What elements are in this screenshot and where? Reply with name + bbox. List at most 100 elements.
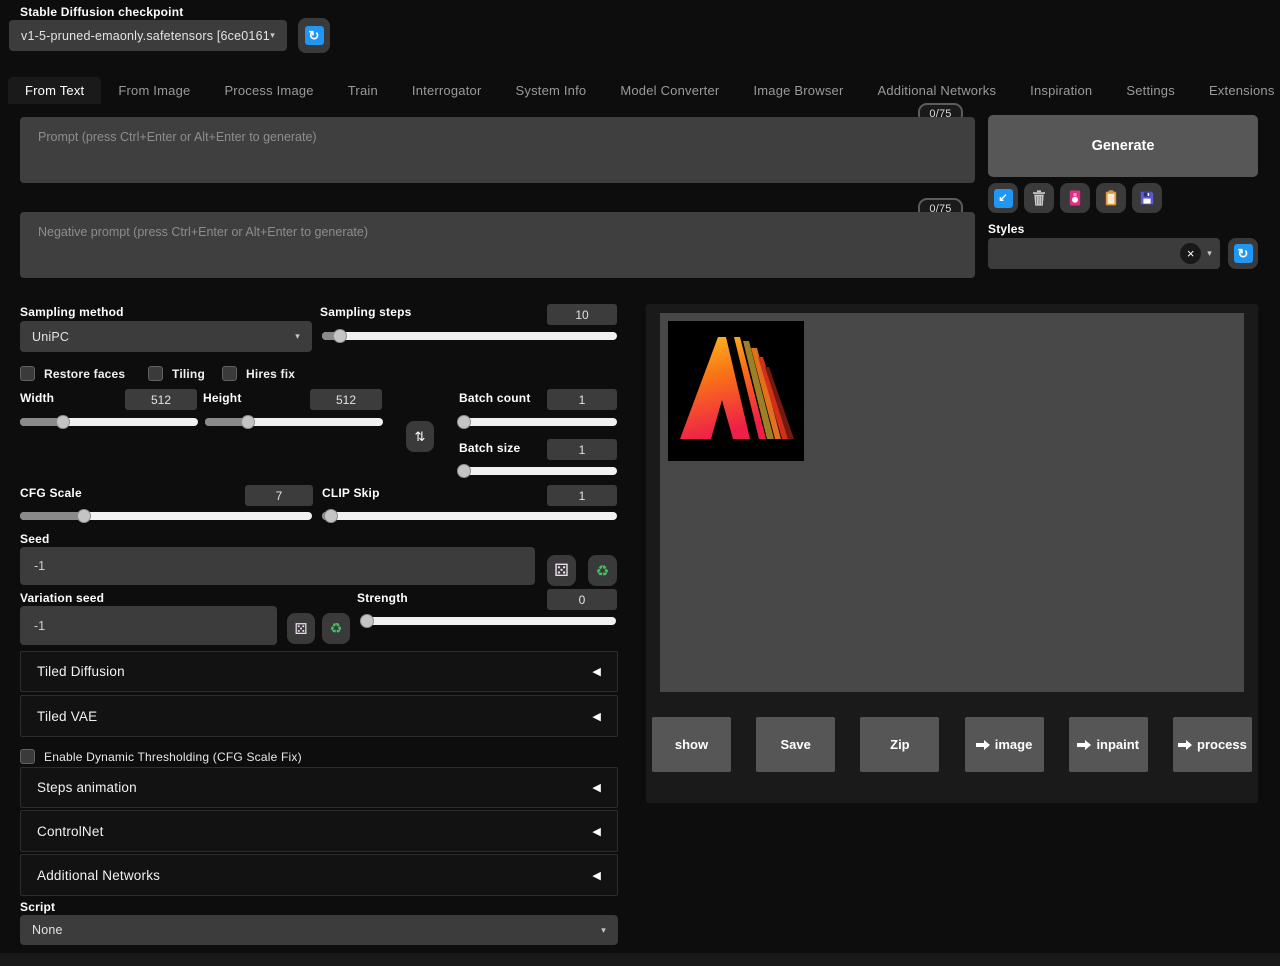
tab-train[interactable]: Train [331, 77, 395, 104]
strength-input[interactable] [547, 589, 617, 610]
collapse-arrow-icon: ◀ [592, 781, 601, 794]
tab-model-converter[interactable]: Model Converter [603, 77, 736, 104]
sampling-steps-input[interactable] [547, 304, 617, 325]
accordion-controlnet[interactable]: ControlNet ◀ [20, 810, 618, 852]
height-slider[interactable] [205, 415, 383, 429]
variation-seed-input[interactable] [20, 606, 277, 645]
accordion-tiled-diffusion[interactable]: Tiled Diffusion ◀ [20, 651, 618, 692]
reuse-variation-seed-button[interactable]: ♻ [322, 613, 350, 644]
tab-inspiration[interactable]: Inspiration [1013, 77, 1109, 104]
refresh-icon: ↻ [1234, 244, 1253, 263]
checkbox-box[interactable] [20, 749, 35, 764]
clip-skip-input[interactable] [547, 485, 617, 506]
trash-icon [1030, 189, 1048, 207]
batch-size-label: Batch size [459, 441, 520, 455]
slider-handle[interactable] [56, 415, 70, 429]
styles-refresh-button[interactable]: ↻ [1228, 238, 1258, 269]
accordion-tiled-vae[interactable]: Tiled VAE ◀ [20, 695, 618, 737]
batch-size-input[interactable] [547, 439, 617, 460]
dice-icon: ⚄ [554, 561, 569, 581]
tiling-checkbox[interactable]: Tiling [148, 366, 205, 381]
cfg-scale-label: CFG Scale [20, 486, 82, 500]
cfg-scale-input[interactable] [245, 485, 313, 506]
collapse-arrow-icon: ◀ [592, 869, 601, 882]
slider-handle[interactable] [457, 415, 471, 429]
clear-prompt-button[interactable] [1024, 183, 1054, 213]
tab-settings[interactable]: Settings [1109, 77, 1192, 104]
slider-handle[interactable] [324, 509, 338, 523]
checkbox-box[interactable] [222, 366, 237, 381]
save-button[interactable]: Save [756, 717, 835, 772]
checkpoint-value: v1-5-pruned-emaonly.safetensors [6ce0161… [21, 29, 270, 43]
send-to-image-button[interactable]: image [965, 717, 1044, 772]
save-style-button[interactable] [1132, 183, 1162, 213]
chevron-down-icon: ▾ [1207, 248, 1212, 259]
zip-button[interactable]: Zip [860, 717, 939, 772]
clip-skip-slider[interactable] [322, 509, 617, 523]
clear-styles-icon[interactable]: × [1180, 243, 1201, 264]
slider-handle[interactable] [333, 329, 347, 343]
sampling-steps-slider[interactable] [322, 329, 617, 343]
sampling-method-select[interactable]: UniPC ▾ [20, 321, 312, 352]
batch-count-input[interactable] [547, 389, 617, 410]
chevron-down-icon: ▾ [601, 925, 606, 936]
dynamic-thresholding-checkbox[interactable]: Enable Dynamic Thresholding (CFG Scale F… [20, 749, 302, 764]
swap-arrows-icon: ⇅ [415, 429, 426, 445]
chevron-down-icon: ▾ [270, 30, 275, 41]
tab-extensions[interactable]: Extensions [1192, 77, 1280, 104]
extra-networks-button[interactable] [1060, 183, 1090, 213]
tab-from-image[interactable]: From Image [101, 77, 207, 104]
strength-label: Strength [357, 591, 408, 605]
arrow-right-icon [1077, 740, 1091, 750]
generate-button[interactable]: Generate [988, 115, 1258, 177]
accordion-additional-networks[interactable]: Additional Networks ◀ [20, 854, 618, 896]
tab-system-info[interactable]: System Info [499, 77, 604, 104]
reuse-seed-button[interactable]: ♻ [588, 555, 617, 586]
prompt-input[interactable] [20, 117, 975, 183]
flower-card-icon [1066, 189, 1084, 207]
read-params-button[interactable]: ↙ [988, 183, 1018, 213]
tab-interrogator[interactable]: Interrogator [395, 77, 499, 104]
random-variation-seed-button[interactable]: ⚄ [287, 613, 315, 644]
collapse-arrow-icon: ◀ [592, 710, 601, 723]
collapse-arrow-icon: ◀ [592, 665, 601, 678]
accordion-steps-animation[interactable]: Steps animation ◀ [20, 767, 618, 808]
cfg-scale-slider[interactable] [20, 509, 312, 523]
batch-count-slider[interactable] [459, 415, 617, 429]
negative-prompt-input[interactable] [20, 212, 975, 278]
script-select[interactable]: None ▾ [20, 915, 618, 945]
generated-image-thumbnail[interactable] [668, 321, 804, 461]
checkbox-box[interactable] [148, 366, 163, 381]
script-value: None [32, 923, 63, 937]
styles-select[interactable]: × ▾ [988, 238, 1220, 269]
recycle-icon: ♻ [596, 562, 609, 580]
hires-fix-checkbox[interactable]: Hires fix [222, 366, 295, 381]
slider-handle[interactable] [457, 464, 471, 478]
checkpoint-refresh-button[interactable]: ↻ [298, 18, 330, 53]
apply-style-button[interactable] [1096, 183, 1126, 213]
show-button[interactable]: show [652, 717, 731, 772]
styles-label: Styles [988, 222, 1025, 236]
slider-handle[interactable] [241, 415, 255, 429]
send-to-process-button[interactable]: process [1173, 717, 1252, 772]
prompt-tools: ↙ [988, 183, 1162, 213]
slider-handle[interactable] [77, 509, 91, 523]
width-input[interactable] [125, 389, 197, 410]
checkpoint-select[interactable]: v1-5-pruned-emaonly.safetensors [6ce0161… [9, 20, 287, 51]
batch-size-slider[interactable] [459, 464, 617, 478]
tab-image-browser[interactable]: Image Browser [736, 77, 860, 104]
width-slider[interactable] [20, 415, 198, 429]
bottom-strip [0, 953, 1280, 966]
slider-handle[interactable] [360, 614, 374, 628]
tab-process-image[interactable]: Process Image [207, 77, 330, 104]
strength-slider[interactable] [363, 614, 616, 628]
send-to-inpaint-button[interactable]: inpaint [1069, 717, 1148, 772]
tab-from-text[interactable]: From Text [8, 77, 101, 104]
tab-additional-networks[interactable]: Additional Networks [860, 77, 1013, 104]
seed-input[interactable] [20, 547, 535, 585]
restore-faces-checkbox[interactable]: Restore faces [20, 366, 125, 381]
swap-dimensions-button[interactable]: ⇅ [406, 421, 434, 452]
height-input[interactable] [310, 389, 382, 410]
random-seed-button[interactable]: ⚄ [547, 555, 576, 586]
checkbox-box[interactable] [20, 366, 35, 381]
